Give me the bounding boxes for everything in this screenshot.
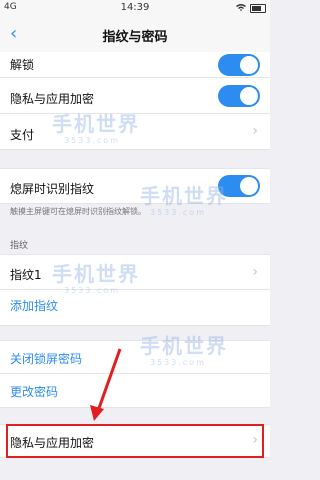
page-title: 指纹与密码 (102, 30, 168, 45)
chevron-right-icon: › (252, 123, 258, 139)
screenoff-hint: 触摸主屏键可在熄屏时识别指纹解锁。 (10, 207, 146, 216)
add-fingerprint-link[interactable]: 添加指纹 (10, 297, 58, 314)
status-time: 14:39 (120, 2, 150, 13)
watermark-number: 3533.com (64, 136, 120, 145)
row-unlock-label: 解锁 (10, 58, 35, 72)
close-lock-password-link[interactable]: 关闭锁屏密码 (10, 350, 82, 367)
row-fingerprint1[interactable]: 指纹1 › (0, 254, 270, 290)
fingerprint-section-header: 指纹 (10, 241, 29, 251)
screenoff-toggle[interactable] (218, 175, 260, 197)
watermark-number: 3533.com (150, 358, 206, 367)
row-pay-label: 支付 (10, 128, 35, 142)
row-privacy[interactable]: 隐私与应用加密 (0, 78, 270, 114)
battery-icon (250, 4, 266, 13)
row-privacy-label: 隐私与应用加密 (10, 92, 95, 106)
row-close-lock[interactable]: 关闭锁屏密码 (0, 340, 270, 374)
row-add-fingerprint[interactable]: 添加指纹 (0, 290, 270, 326)
row-fingerprint1-label: 指纹1 (10, 268, 42, 282)
privacy-toggle[interactable] (218, 85, 260, 107)
nav-bar: ‹ 指纹与密码 (0, 16, 270, 53)
status-icons (236, 3, 266, 14)
watermark-number: 3533.com (150, 208, 206, 217)
highlight-box (6, 424, 264, 458)
row-screenoff[interactable]: 熄屏时识别指纹 (0, 168, 270, 204)
chevron-right-icon: › (252, 264, 258, 280)
row-change-password[interactable]: 更改密码 (0, 374, 270, 408)
row-screenoff-label: 熄屏时识别指纹 (10, 182, 95, 196)
unlock-toggle[interactable] (218, 54, 260, 76)
change-password-link[interactable]: 更改密码 (10, 383, 58, 400)
row-pay[interactable]: 支付 › (0, 114, 270, 150)
red-arrow-annotation (90, 348, 122, 421)
watermark-number: 3533.com (64, 286, 120, 295)
wifi-icon (236, 3, 246, 14)
status-bar: 4G 14:39 (0, 0, 270, 16)
row-unlock[interactable]: 解锁 (0, 52, 270, 78)
